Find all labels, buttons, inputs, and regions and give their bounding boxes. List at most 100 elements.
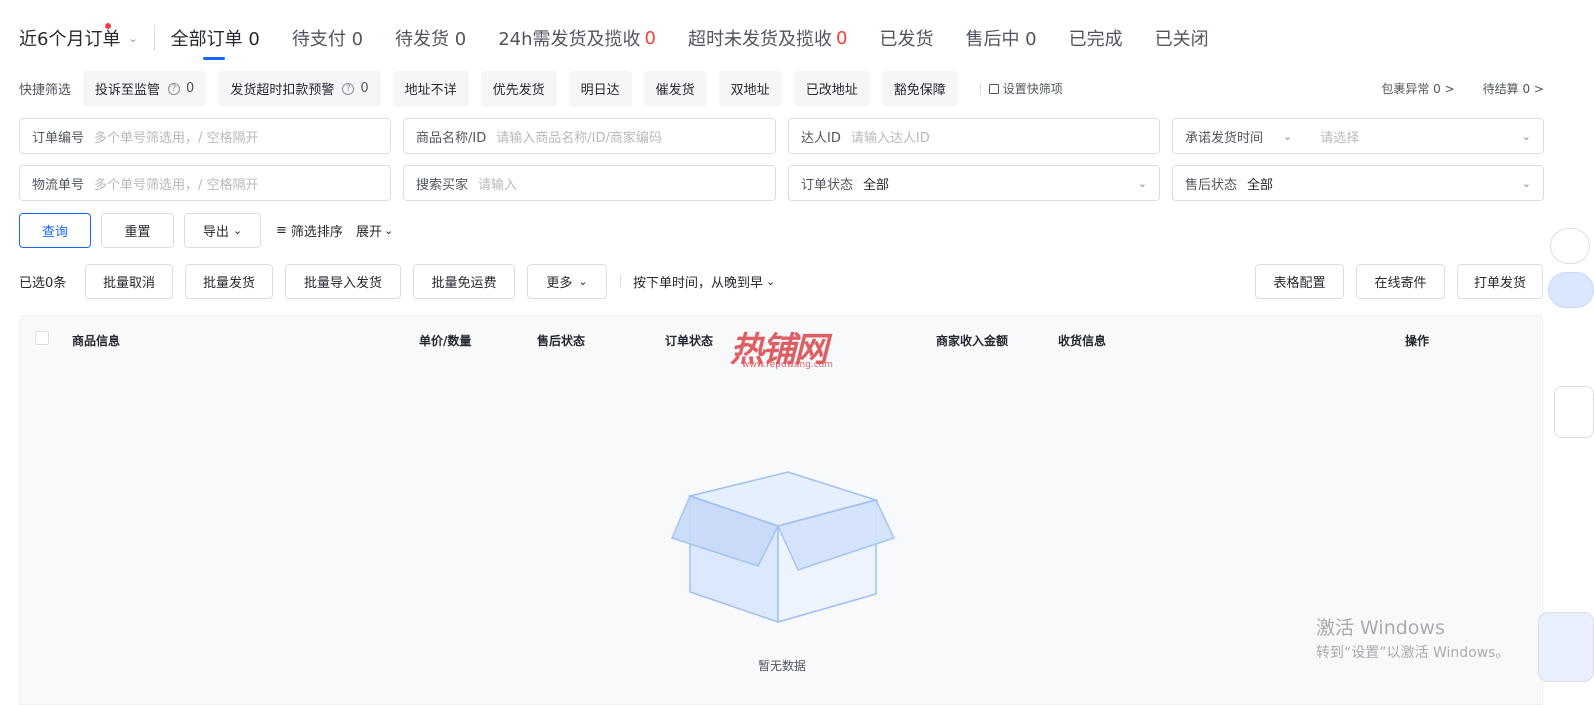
order-status-select[interactable]: 订单状态 全部 ⌄ <box>788 165 1160 201</box>
tab-all-orders[interactable]: 全部订单 0 <box>171 18 260 60</box>
chip-label: 发货超时扣款预警 <box>230 83 335 98</box>
aftersale-status-select[interactable]: 售后状态 全部 ⌄ <box>1172 165 1544 201</box>
chevron-down-icon: ⌄ <box>1137 176 1147 190</box>
chip-label: 优先发货 <box>492 83 545 98</box>
quick-filter-label: 快捷筛选 <box>19 83 72 98</box>
chip-ship-timeout[interactable]: 发货超时扣款预警 ? 0 <box>218 71 381 106</box>
chip-dual-address[interactable]: 双地址 <box>718 71 782 106</box>
tab-label: 待支付 0 <box>291 29 364 50</box>
sort-order-select[interactable]: 按下单时间，从晚到早 ⌄ <box>633 264 775 299</box>
sort-filter-link[interactable]: ≡ 筛选排序 <box>276 213 343 248</box>
chip-label: 已改地址 <box>805 83 858 98</box>
button-label: 查询 <box>41 225 68 240</box>
tab-24h-ship[interactable]: 24h需发货及揽收 0 <box>498 18 656 58</box>
field-placeholder: 请输入 <box>478 177 518 193</box>
field-label: 商品名称/ID <box>416 130 487 146</box>
chip-address-unclear[interactable]: 地址不详 <box>392 71 469 106</box>
batch-ship-button[interactable]: 批量发货 <box>185 264 273 299</box>
tab-pending-shipment[interactable]: 待发货 0 <box>395 18 466 58</box>
chip-label: 双地址 <box>730 83 770 98</box>
chip-address-changed[interactable]: 已改地址 <box>793 71 870 106</box>
tab-label: 已关闭 <box>1154 29 1209 50</box>
product-field[interactable]: 商品名称/ID 请输入商品名称/ID/商家编码 <box>403 118 776 154</box>
period-selector[interactable]: 近6个月订单 ⌄ <box>19 23 138 51</box>
chip-label: 投诉至监管 <box>95 83 161 98</box>
button-label: 批量取消 <box>102 276 155 291</box>
logistics-no-field[interactable]: 物流单号 多个单号筛选用，/ 空格隔开 <box>19 165 391 201</box>
selected-label: 已选0条 <box>19 276 67 291</box>
help-icon: ? <box>342 82 355 95</box>
floating-translate-button[interactable] <box>1548 272 1594 308</box>
chevron-down-icon: ⌄ <box>766 275 776 288</box>
period-label: 近6个月订单 <box>19 29 121 50</box>
empty-box-icon <box>670 471 896 624</box>
tab-shipped[interactable]: 已发货 <box>879 18 933 58</box>
chip-count: 0 <box>186 81 195 96</box>
empty-text: 暂无数据 <box>758 659 807 673</box>
chip-next-day[interactable]: 明日达 <box>568 71 632 106</box>
chevron-down-icon: ⌄ <box>232 224 243 237</box>
ai-robot-icon[interactable] <box>1538 612 1594 682</box>
button-label: 批量发货 <box>202 276 255 291</box>
batch-import-ship-button[interactable]: 批量导入发货 <box>285 264 401 299</box>
activation-title: 激活 Windows <box>1316 617 1445 639</box>
expand-label: 展开 <box>356 225 383 240</box>
tab-closed[interactable]: 已关闭 <box>1155 18 1209 58</box>
table-config-button[interactable]: 表格配置 <box>1255 264 1344 299</box>
button-label: 批量免运费 <box>431 276 497 291</box>
field-value: 全部 <box>1247 177 1274 193</box>
floating-feedback-button[interactable] <box>1554 386 1594 438</box>
floating-assistant-button[interactable] <box>1550 228 1590 264</box>
batch-free-shipping-button[interactable]: 批量免运费 <box>413 264 515 299</box>
quick-filter-bar: 快捷筛选 投诉至监管 ? 0 发货超时扣款预警 ? 0 地址不详 优先发货 明日… <box>19 71 1544 106</box>
windows-activation-notice: 激活 Windows 转到“设置”以激活 Windows。 <box>1316 613 1509 662</box>
field-value: 全部 <box>863 177 890 193</box>
order-no-field[interactable]: 订单编号 多个单号筛选用，/ 空格隔开 <box>19 118 391 154</box>
field-placeholder: 请输入商品名称/ID/商家编码 <box>496 130 662 146</box>
button-label: 表格配置 <box>1273 276 1326 291</box>
chip-label: 豁免保障 <box>893 83 946 98</box>
pending-settlement-link[interactable]: 待结算 0 > <box>1483 80 1544 97</box>
influencer-id-field[interactable]: 达人ID 请输入达人ID <box>788 118 1160 154</box>
chip-complaint[interactable]: 投诉至监管 ? 0 <box>83 71 207 106</box>
field-label: 达人ID <box>801 130 841 146</box>
tab-count: 0 <box>836 27 848 49</box>
tab-overdue-ship[interactable]: 超时未发货及揽收 0 <box>688 18 847 58</box>
field-label: 订单状态 <box>801 177 854 193</box>
online-send-button[interactable]: 在线寄件 <box>1356 264 1445 299</box>
chevron-down-icon[interactable]: ⌄ <box>1283 130 1292 143</box>
batch-cancel-button[interactable]: 批量取消 <box>85 264 173 299</box>
chevron-down-icon: ⌄ <box>578 275 588 288</box>
field-label: 售后状态 <box>1185 177 1238 193</box>
col-actions: 操作 <box>1405 334 1430 348</box>
export-button[interactable]: 导出 ⌄ <box>184 213 261 248</box>
button-label: 批量导入发货 <box>303 276 382 291</box>
chip-label: 地址不详 <box>404 83 457 98</box>
field-placeholder: 请输入达人ID <box>850 130 930 146</box>
divider <box>153 25 155 51</box>
tab-completed[interactable]: 已完成 <box>1069 18 1123 58</box>
list-icon: ≡ <box>276 223 287 238</box>
more-button[interactable]: 更多 ⌄ <box>527 264 607 299</box>
activation-subtitle: 转到“设置”以激活 Windows。 <box>1316 645 1510 661</box>
tab-aftersale[interactable]: 售后中 0 <box>965 18 1036 58</box>
query-button[interactable]: 查询 <box>19 213 91 248</box>
set-quick-filter-link[interactable]: 设置快筛项 <box>988 80 1063 97</box>
expand-toggle[interactable]: 展开 ⌄ <box>356 213 393 248</box>
red-dot-badge <box>104 23 111 29</box>
print-ship-button[interactable]: 打单发货 <box>1457 264 1543 299</box>
chip-exempt[interactable]: 豁免保障 <box>881 71 958 106</box>
chip-priority-ship[interactable]: 优先发货 <box>480 71 557 106</box>
package-exception-link[interactable]: 包裹异常 0 > <box>1381 80 1454 97</box>
help-icon: ? <box>168 82 181 95</box>
select-all-checkbox[interactable] <box>35 331 49 345</box>
selected-count: 已选0条 <box>19 264 66 299</box>
ship-time-field[interactable]: 承诺发货时间 ⌄ 请选择 ⌄ <box>1172 118 1544 154</box>
buyer-search-field[interactable]: 搜索买家 请输入 <box>403 165 776 201</box>
orders-table: 商品信息 单价/数量 售后状态 订单状态 商家收入金额 收货信息 操作 暂无数据 <box>19 315 1543 705</box>
tab-label: 已完成 <box>1068 29 1123 50</box>
chip-urge-ship[interactable]: 催发货 <box>643 71 707 106</box>
reset-button[interactable]: 重置 <box>101 213 174 248</box>
button-label: 更多 <box>546 276 573 291</box>
tab-pending-payment[interactable]: 待支付 0 <box>292 18 363 58</box>
